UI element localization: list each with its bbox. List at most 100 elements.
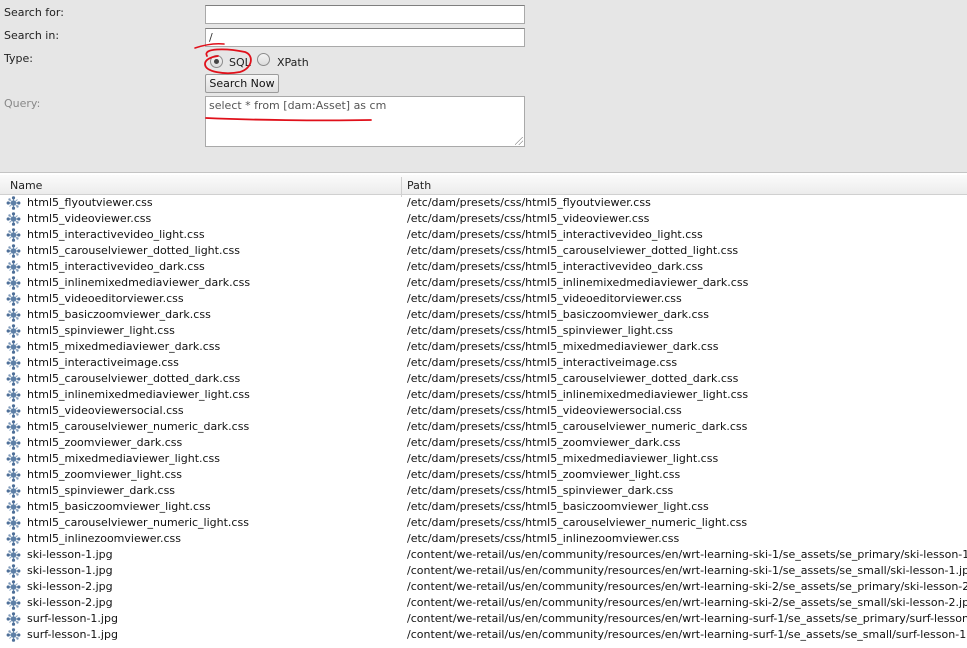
row-name-cell[interactable]: surf-lesson-1.jpg [27,612,118,625]
row-path-cell[interactable]: /etc/dam/presets/css/html5_videoviewerso… [407,404,682,417]
table-row[interactable]: html5_videoviewer.css/etc/dam/presets/cs… [0,211,967,227]
row-path-cell[interactable]: /etc/dam/presets/css/html5_carouselviewe… [407,372,738,385]
xpath-radio[interactable] [257,53,270,66]
row-name-cell[interactable]: html5_carouselviewer_dotted_light.css [27,244,240,257]
row-path-cell[interactable]: /etc/dam/presets/css/html5_basiczoomview… [407,308,709,321]
row-name-cell[interactable]: html5_mixedmediaviewer_dark.css [27,340,220,353]
table-row[interactable]: html5_carouselviewer_dotted_dark.css/etc… [0,371,967,387]
row-name-cell[interactable]: html5_basiczoomviewer_dark.css [27,308,211,321]
row-name-cell[interactable]: html5_carouselviewer_dotted_dark.css [27,372,240,385]
query-textarea[interactable]: select * from [dam:Asset] as cm [205,96,525,147]
row-name-cell[interactable]: html5_flyoutviewer.css [27,196,153,209]
table-row[interactable]: html5_zoomviewer_light.css/etc/dam/prese… [0,467,967,483]
row-name-cell[interactable]: ski-lesson-1.jpg [27,548,113,561]
table-row[interactable]: html5_basiczoomviewer_dark.css/etc/dam/p… [0,307,967,323]
table-row[interactable]: html5_flyoutviewer.css/etc/dam/presets/c… [0,195,967,211]
row-path-cell[interactable]: /content/we-retail/us/en/community/resou… [407,596,967,609]
table-row[interactable]: html5_mixedmediaviewer_dark.css/etc/dam/… [0,339,967,355]
search-in-input[interactable]: / [205,28,525,47]
table-row[interactable]: html5_basiczoomviewer_light.css/etc/dam/… [0,499,967,515]
row-path-cell[interactable]: /etc/dam/presets/css/html5_basiczoomview… [407,500,709,513]
row-path-cell[interactable]: /etc/dam/presets/css/html5_carouselviewe… [407,244,738,257]
row-path-cell[interactable]: /etc/dam/presets/css/html5_inlinemixedme… [407,276,748,289]
row-path-cell[interactable]: /content/we-retail/us/en/community/resou… [407,628,967,641]
table-row[interactable]: html5_zoomviewer_dark.css/etc/dam/preset… [0,435,967,451]
table-row[interactable]: html5_inlinemixedmediaviewer_dark.css/et… [0,275,967,291]
node-icon [6,356,21,370]
table-row[interactable]: html5_videoeditorviewer.css/etc/dam/pres… [0,291,967,307]
table-row[interactable]: html5_carouselviewer_dotted_light.css/et… [0,243,967,259]
row-name-cell[interactable]: html5_mixedmediaviewer_light.css [27,452,220,465]
row-path-cell[interactable]: /etc/dam/presets/css/html5_flyoutviewer.… [407,196,651,209]
search-for-input[interactable] [205,5,525,24]
table-row[interactable]: html5_carouselviewer_numeric_dark.css/et… [0,419,967,435]
row-path-cell[interactable]: /etc/dam/presets/css/html5_videoeditorvi… [407,292,682,305]
table-row[interactable]: html5_spinviewer_light.css/etc/dam/prese… [0,323,967,339]
row-path-cell[interactable]: /etc/dam/presets/css/html5_inlinemixedme… [407,388,748,401]
row-path-cell[interactable]: /etc/dam/presets/css/html5_videoviewer.c… [407,212,649,225]
table-row[interactable]: html5_interactivevideo_dark.css/etc/dam/… [0,259,967,275]
table-row[interactable]: ski-lesson-2.jpg/content/we-retail/us/en… [0,579,967,595]
row-name-cell[interactable]: html5_zoomviewer_light.css [27,468,182,481]
search-now-button[interactable]: Search Now [205,74,279,93]
row-name-cell[interactable]: html5_videoeditorviewer.css [27,292,184,305]
row-path-cell[interactable]: /etc/dam/presets/css/html5_spinviewer_li… [407,324,673,337]
row-path-cell[interactable]: /etc/dam/presets/css/html5_interactivevi… [407,260,703,273]
row-name-cell[interactable]: html5_basiczoomviewer_light.css [27,500,211,513]
table-row[interactable]: surf-lesson-1.jpg/content/we-retail/us/e… [0,627,967,643]
row-name-cell[interactable]: html5_videoviewer.css [27,212,151,225]
table-row[interactable]: html5_interactiveimage.css/etc/dam/prese… [0,355,967,371]
row-name-cell[interactable]: html5_inlinezoomviewer.css [27,532,181,545]
column-header-path[interactable]: Path [407,179,431,192]
node-icon [6,436,21,450]
row-name-cell[interactable]: html5_spinviewer_dark.css [27,484,175,497]
row-path-cell[interactable]: /content/we-retail/us/en/community/resou… [407,548,967,561]
row-name-cell[interactable]: html5_carouselviewer_numeric_light.css [27,516,249,529]
row-path-cell[interactable]: /etc/dam/presets/css/html5_mixedmediavie… [407,340,718,353]
column-separator[interactable] [401,177,402,197]
row-name-cell[interactable]: html5_spinviewer_light.css [27,324,175,337]
row-name-cell[interactable]: html5_carouselviewer_numeric_dark.css [27,420,249,433]
table-row[interactable]: surf-lesson-1.jpg/content/we-retail/us/e… [0,611,967,627]
row-path-cell[interactable]: /etc/dam/presets/css/html5_mixedmediavie… [407,452,718,465]
row-path-cell[interactable]: /etc/dam/presets/css/html5_zoomviewer_da… [407,436,680,449]
table-row[interactable]: ski-lesson-2.jpg/content/we-retail/us/en… [0,595,967,611]
row-name-cell[interactable]: ski-lesson-2.jpg [27,596,113,609]
row-name-cell[interactable]: surf-lesson-1.jpg [27,628,118,641]
row-path-cell[interactable]: /etc/dam/presets/css/html5_spinviewer_da… [407,484,673,497]
table-row[interactable]: html5_mixedmediaviewer_light.css/etc/dam… [0,451,967,467]
row-name-cell[interactable]: html5_inlinemixedmediaviewer_light.css [27,388,250,401]
row-name-cell[interactable]: html5_interactiveimage.css [27,356,179,369]
node-icon [6,196,21,210]
row-path-cell[interactable]: /etc/dam/presets/css/html5_carouselviewe… [407,420,747,433]
row-path-cell[interactable]: /etc/dam/presets/css/html5_zoomviewer_li… [407,468,680,481]
resize-grip-icon[interactable] [515,137,523,145]
row-name-cell[interactable]: html5_inlinemixedmediaviewer_dark.css [27,276,250,289]
row-name-cell[interactable]: html5_zoomviewer_dark.css [27,436,182,449]
row-name-cell[interactable]: ski-lesson-2.jpg [27,580,113,593]
table-row[interactable]: html5_carouselviewer_numeric_light.css/e… [0,515,967,531]
row-path-cell[interactable]: /etc/dam/presets/css/html5_interactivevi… [407,228,703,241]
row-path-cell[interactable]: /etc/dam/presets/css/html5_interactiveim… [407,356,677,369]
row-name-cell[interactable]: html5_interactivevideo_light.css [27,228,205,241]
table-row[interactable]: html5_videoviewersocial.css/etc/dam/pres… [0,403,967,419]
table-row[interactable]: html5_inlinemixedmediaviewer_light.css/e… [0,387,967,403]
row-name-cell[interactable]: ski-lesson-1.jpg [27,564,113,577]
table-row[interactable]: html5_interactivevideo_light.css/etc/dam… [0,227,967,243]
column-header-name[interactable]: Name [10,179,42,192]
sql-radio-label[interactable]: SQL [229,56,251,69]
row-name-cell[interactable]: html5_interactivevideo_dark.css [27,260,205,273]
row-path-cell[interactable]: /etc/dam/presets/css/html5_inlinezoomvie… [407,532,679,545]
node-icon [6,596,21,610]
row-path-cell[interactable]: /content/we-retail/us/en/community/resou… [407,564,967,577]
table-row[interactable]: html5_inlinezoomviewer.css/etc/dam/prese… [0,531,967,547]
row-path-cell[interactable]: /content/we-retail/us/en/community/resou… [407,612,967,625]
xpath-radio-label[interactable]: XPath [277,56,309,69]
row-path-cell[interactable]: /etc/dam/presets/css/html5_carouselviewe… [407,516,747,529]
sql-radio[interactable] [210,55,223,68]
row-path-cell[interactable]: /content/we-retail/us/en/community/resou… [407,580,967,593]
table-row[interactable]: html5_spinviewer_dark.css/etc/dam/preset… [0,483,967,499]
row-name-cell[interactable]: html5_videoviewersocial.css [27,404,184,417]
table-row[interactable]: ski-lesson-1.jpg/content/we-retail/us/en… [0,563,967,579]
table-row[interactable]: ski-lesson-1.jpg/content/we-retail/us/en… [0,547,967,563]
